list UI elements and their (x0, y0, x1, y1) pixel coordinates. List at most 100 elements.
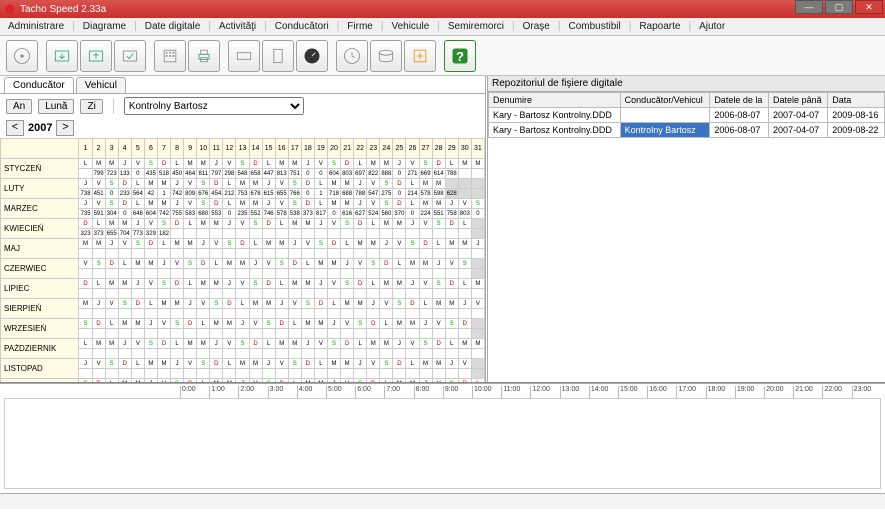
calendar-cell[interactable]: J (223, 279, 236, 289)
calendar-cell[interactable]: S (445, 379, 458, 383)
calendar-cell[interactable]: M (249, 179, 262, 189)
calendar-cell[interactable]: L (393, 259, 406, 269)
calendar-cell[interactable]: M (144, 179, 157, 189)
calendar-cell[interactable]: L (249, 239, 262, 249)
calendar-cell[interactable]: D (184, 379, 197, 383)
calendar-cell[interactable]: S (262, 379, 275, 383)
table-row[interactable]: Kary - Bartosz Kontrolny.DDD2006-08-0720… (489, 108, 885, 123)
calendar-cell[interactable]: D (210, 179, 223, 189)
calendar-cell[interactable]: M (236, 359, 249, 369)
menu-item-firme[interactable]: Firme (339, 21, 381, 32)
calendar-cell[interactable]: M (458, 239, 471, 249)
calendar-cell[interactable]: M (105, 219, 118, 229)
settings-button[interactable] (404, 40, 436, 72)
calendar-cell[interactable]: S (327, 159, 340, 169)
calendar-cell[interactable]: J (197, 239, 210, 249)
calendar-cell[interactable]: L (223, 179, 236, 189)
calendar-cell[interactable]: S (236, 159, 249, 169)
timeline-track[interactable] (4, 398, 881, 489)
period-tab-month[interactable]: Lună (38, 99, 74, 114)
calendar-cell[interactable]: J (262, 359, 275, 369)
calendar-cell[interactable]: D (367, 379, 380, 383)
calendar-cell[interactable]: J (79, 199, 92, 209)
calendar-cell[interactable]: S (197, 179, 210, 189)
calendar-cell[interactable]: L (171, 159, 184, 169)
calendar-cell[interactable]: D (236, 239, 249, 249)
calendar-cell[interactable]: M (157, 299, 170, 309)
card-check-button[interactable] (114, 40, 146, 72)
calendar-cell[interactable]: M (118, 279, 131, 289)
disc-tool-button[interactable] (6, 40, 38, 72)
calendar-cell[interactable]: D (118, 359, 131, 369)
calendar-cell[interactable]: V (184, 179, 197, 189)
calendar-cell[interactable]: M (393, 219, 406, 229)
calendar-cell[interactable]: L (354, 159, 367, 169)
calendar-cell[interactable]: M (471, 279, 484, 289)
calendar-cell[interactable]: M (105, 279, 118, 289)
calendar-cell[interactable]: S (445, 319, 458, 329)
calendar-cell[interactable]: J (445, 359, 458, 369)
calendar-cell[interactable]: D (249, 159, 262, 169)
calendar-cell[interactable]: J (341, 259, 354, 269)
calendar-cell[interactable]: J (354, 179, 367, 189)
calendar-cell[interactable]: S (367, 259, 380, 269)
calendar-cell[interactable]: V (445, 259, 458, 269)
calendar-cell[interactable]: L (367, 219, 380, 229)
calendar-cell[interactable]: M (171, 299, 184, 309)
calendar-cell[interactable]: M (341, 199, 354, 209)
calendar-cell[interactable]: M (354, 239, 367, 249)
repo-column-header[interactable]: Denumire (489, 93, 621, 108)
calendar-cell[interactable]: S (144, 339, 157, 349)
calendar-cell[interactable]: S (236, 339, 249, 349)
calendar-cell[interactable]: M (301, 219, 314, 229)
calendar-cell[interactable]: L (419, 299, 432, 309)
calendar-cell[interactable]: V (92, 179, 105, 189)
calendar-cell[interactable]: J (367, 299, 380, 309)
calendar-cell[interactable]: M (341, 179, 354, 189)
calendar-cell[interactable]: V (223, 339, 236, 349)
calendar-cell[interactable] (471, 179, 484, 189)
calendar-cell[interactable]: M (223, 259, 236, 269)
calendar-cell[interactable]: S (301, 299, 314, 309)
calendar-cell[interactable]: V (471, 299, 484, 309)
year-next-button[interactable]: > (56, 120, 74, 136)
calendar-cell[interactable]: V (380, 299, 393, 309)
calendar-cell[interactable]: L (210, 259, 223, 269)
calendar-cell[interactable]: M (249, 299, 262, 309)
menu-item-oraşe[interactable]: Oraşe (515, 21, 558, 32)
calendar-cell[interactable]: J (105, 239, 118, 249)
calendar-cell[interactable]: D (367, 319, 380, 329)
receipt-button[interactable] (262, 40, 294, 72)
calendar-cell[interactable]: M (144, 199, 157, 209)
calendar-cell[interactable]: L (184, 279, 197, 289)
help-button[interactable]: ? (444, 40, 476, 72)
calendar-cell[interactable]: M (341, 359, 354, 369)
calendar-cell[interactable]: V (118, 239, 131, 249)
calendar-cell[interactable]: D (92, 319, 105, 329)
card-upload-button[interactable] (80, 40, 112, 72)
driver-select[interactable]: Kontrolny Bartosz (124, 97, 304, 115)
calendar-cell[interactable]: S (458, 259, 471, 269)
period-tab-day[interactable]: Zi (80, 99, 102, 114)
calendar-cell[interactable]: V (184, 199, 197, 209)
calendar-cell[interactable]: V (275, 359, 288, 369)
calendar-cell[interactable]: S (171, 319, 184, 329)
calendar-cell[interactable]: S (406, 239, 419, 249)
menu-item-rapoarte[interactable]: Rapoarte (631, 21, 688, 32)
calendar-cell[interactable]: D (341, 339, 354, 349)
calendar-cell[interactable]: S (105, 359, 118, 369)
calendar-cell[interactable]: V (157, 319, 170, 329)
calendar-cell[interactable]: M (197, 339, 210, 349)
calendar-cell[interactable]: V (341, 379, 354, 383)
calendar-cell[interactable]: M (393, 319, 406, 329)
calendar-cell[interactable]: D (210, 359, 223, 369)
calendar-cell[interactable]: V (144, 279, 157, 289)
menu-item-activităţi[interactable]: Activităţi (211, 21, 264, 32)
calendar-cell[interactable]: D (144, 239, 157, 249)
calendar-cell[interactable]: L (380, 379, 393, 383)
calendar-cell[interactable]: L (367, 279, 380, 289)
calendar-cell[interactable]: J (445, 199, 458, 209)
calendar-cell[interactable]: M (131, 379, 144, 383)
calendar-cell[interactable]: L (327, 299, 340, 309)
calendar-cell[interactable]: M (197, 219, 210, 229)
